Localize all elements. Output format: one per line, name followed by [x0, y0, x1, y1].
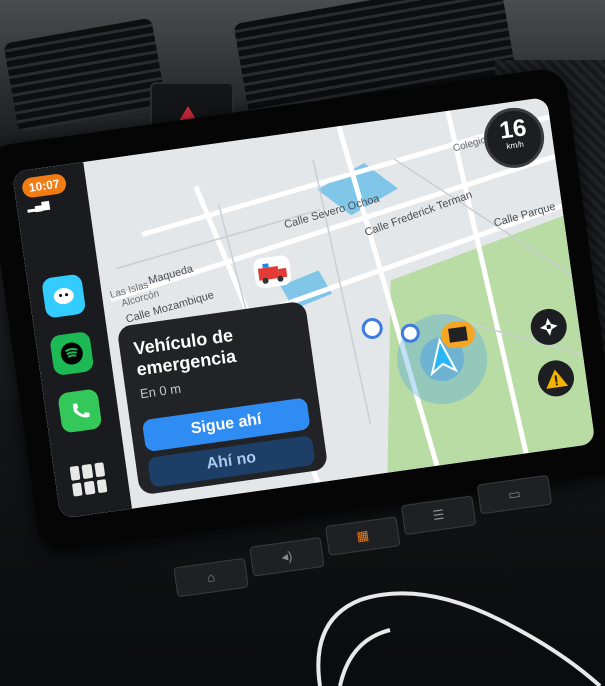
phone-icon	[72, 403, 90, 418]
compass-icon	[539, 317, 558, 336]
rear-defrost-button[interactable]: ▭	[476, 474, 553, 515]
car-interior-scene: Maqueda Calle Mozambique Calle Severo Oc…	[0, 0, 605, 686]
map-pin-icon	[361, 317, 383, 339]
spotify-app-icon[interactable]	[49, 330, 95, 377]
phone-app-icon[interactable]	[57, 388, 103, 434]
signal-strength-icon: ▂▄▆	[26, 199, 51, 214]
waze-app-icon[interactable]	[41, 273, 87, 319]
emergency-vehicle-icon	[252, 254, 293, 290]
warning-triangle-icon	[546, 369, 569, 389]
map-pin-icon	[400, 323, 420, 343]
status-time: 10:07	[21, 172, 68, 199]
hazard-heat-button[interactable]: ▦	[325, 516, 401, 556]
home-control-button[interactable]: ⌂	[173, 557, 249, 598]
home-grid-icon[interactable]	[69, 462, 108, 497]
usb-cable	[316, 591, 602, 686]
defrost-button[interactable]: ☰	[400, 495, 477, 536]
emergency-alert-card: Vehículo de emergencia En 0 m Sigue ahí …	[116, 300, 329, 496]
